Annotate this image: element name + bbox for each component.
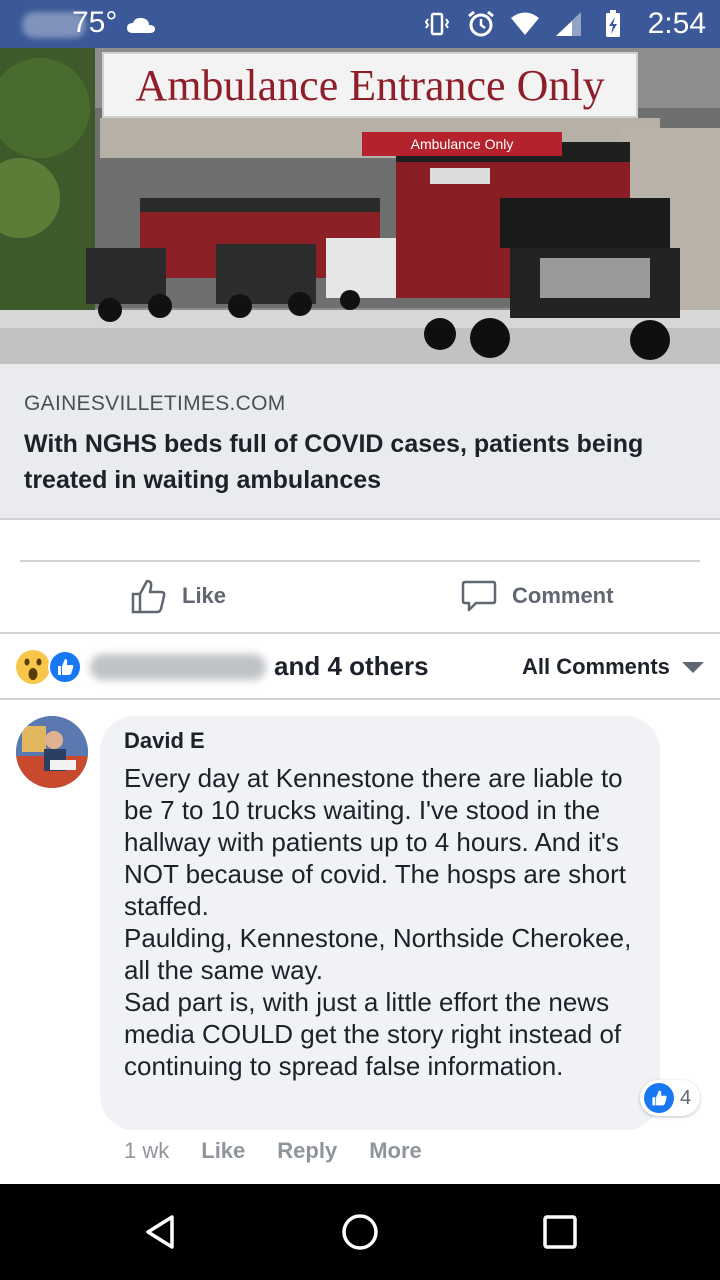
status-icons: 2:54 bbox=[422, 0, 706, 48]
home-icon[interactable] bbox=[340, 1212, 380, 1252]
link-preview[interactable]: GAINESVILLETIMES.COM With NGHS beds full… bbox=[0, 364, 720, 520]
status-bar: 75° 2:54 bbox=[0, 0, 720, 48]
signal-icon bbox=[555, 12, 581, 36]
back-icon[interactable] bbox=[140, 1212, 180, 1252]
android-nav-bar bbox=[0, 1184, 720, 1280]
comment-meta: 1 wk Like Reply More bbox=[124, 1138, 422, 1168]
ambulance-only-sign: Ambulance Only bbox=[362, 132, 562, 156]
comment-more-button[interactable]: More bbox=[369, 1138, 422, 1168]
caret-down-icon[interactable] bbox=[682, 662, 704, 673]
link-title: With NGHS beds full of COVID cases, pati… bbox=[24, 430, 644, 494]
reactions-row: and 4 others All Comments bbox=[0, 634, 720, 698]
post-actions: Like Comment bbox=[0, 562, 720, 632]
ambulance-entrance-sign: Ambulance Entrance Only bbox=[102, 52, 638, 118]
comment-icon bbox=[461, 580, 497, 612]
comment-button[interactable]: Comment bbox=[460, 576, 613, 616]
comment-reply-button[interactable]: Reply bbox=[277, 1138, 337, 1168]
recents-icon[interactable] bbox=[540, 1212, 580, 1252]
link-domain: GAINESVILLETIMES.COM bbox=[24, 392, 286, 415]
divider bbox=[0, 518, 720, 520]
battery-charging-icon bbox=[605, 10, 620, 37]
comment-age: 1 wk bbox=[124, 1138, 170, 1163]
comment-author[interactable]: David E bbox=[124, 728, 636, 754]
reactions-summary[interactable]: and 4 others bbox=[274, 651, 429, 682]
clock: 2:54 bbox=[647, 7, 706, 40]
divider bbox=[0, 698, 720, 700]
comment-bubble[interactable]: David E Every day at Kennestone there ar… bbox=[100, 716, 660, 1130]
like-reaction-icon[interactable] bbox=[48, 650, 82, 684]
like-reaction-icon bbox=[644, 1083, 674, 1113]
temperature-readout: 75° bbox=[72, 6, 118, 39]
avatar[interactable] bbox=[16, 716, 88, 788]
wow-reaction-icon[interactable] bbox=[16, 650, 50, 684]
like-label: Like bbox=[182, 583, 227, 608]
thumbs-up-icon bbox=[131, 579, 166, 614]
article-image[interactable]: Ambulance Entrance Only Ambulance Only bbox=[0, 48, 720, 364]
comment-filter-dropdown[interactable]: All Comments bbox=[522, 654, 670, 680]
like-button[interactable]: Like bbox=[130, 576, 226, 616]
alarm-icon bbox=[467, 10, 494, 37]
wifi-icon bbox=[510, 12, 539, 35]
comment-reactions[interactable]: 4 bbox=[640, 1080, 700, 1116]
comment-reaction-count: 4 bbox=[680, 1086, 692, 1109]
vibrate-icon bbox=[424, 12, 449, 36]
comment-text: Every day at Kennestone there are liable… bbox=[124, 763, 632, 1081]
comment-label: Comment bbox=[512, 583, 614, 608]
comment-like-button[interactable]: Like bbox=[201, 1138, 245, 1168]
cloud-icon bbox=[127, 17, 155, 33]
blurred-reactor-name[interactable] bbox=[90, 654, 266, 680]
